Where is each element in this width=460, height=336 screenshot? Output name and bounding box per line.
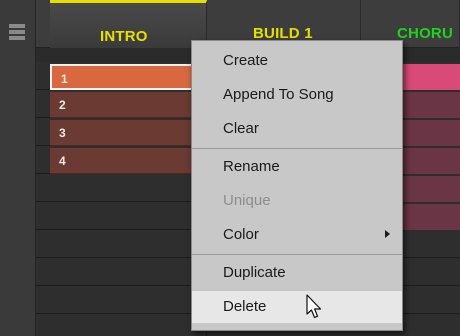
section-intro-label: INTRO	[100, 28, 148, 45]
menu-item-unique: Unique	[192, 185, 402, 217]
menu-item-label: Unique	[223, 192, 271, 209]
menu-item-create[interactable]: Create	[192, 45, 402, 77]
section-intro[interactable]: INTRO	[50, 0, 207, 48]
chorus-pattern[interactable]	[400, 148, 460, 174]
menu-item-duplicate[interactable]: Duplicate	[192, 257, 402, 289]
menu-item-delete[interactable]: Delete	[192, 291, 402, 323]
menu-item-label: Clear	[223, 120, 259, 137]
menu-item-label: Append To Song	[223, 86, 334, 103]
chorus-pattern[interactable]	[400, 176, 460, 202]
arranger-side-strip	[0, 0, 36, 336]
menu-item-label: Delete	[223, 298, 267, 315]
submenu-arrow-icon	[385, 230, 390, 238]
mouse-pointer-icon	[306, 294, 322, 319]
pattern-4[interactable]: 4	[50, 148, 196, 174]
menu-item-rename[interactable]: Rename	[192, 151, 402, 183]
menu-item-label: Color	[223, 226, 259, 243]
menu-item-label: Create	[223, 52, 269, 69]
pattern-2[interactable]: 2	[50, 92, 196, 118]
arranger-view-icon[interactable]	[9, 24, 25, 40]
menu-separator	[192, 148, 402, 149]
pattern-1[interactable]: 1	[50, 64, 196, 90]
section-chorus-label: CHORU	[397, 25, 453, 42]
pattern-context-menu: Create Append To Song Clear Rename Uniqu…	[191, 40, 403, 331]
menu-item-clear[interactable]: Clear	[192, 113, 402, 145]
chorus-pattern[interactable]	[400, 204, 460, 230]
pattern-label: 2	[59, 98, 66, 112]
chorus-pattern[interactable]	[400, 120, 460, 146]
menu-item-append-to-song[interactable]: Append To Song	[192, 79, 402, 111]
pattern-label: 4	[59, 154, 66, 168]
menu-separator	[192, 254, 402, 255]
menu-item-label: Duplicate	[223, 264, 286, 281]
menu-item-color[interactable]: Color	[192, 219, 402, 251]
pattern-label: 3	[59, 126, 66, 140]
pattern-3[interactable]: 3	[50, 120, 196, 146]
pattern-label: 1	[61, 72, 68, 86]
chorus-pattern[interactable]	[400, 64, 460, 90]
chorus-pattern[interactable]	[400, 92, 460, 118]
menu-item-label: Rename	[223, 158, 280, 175]
